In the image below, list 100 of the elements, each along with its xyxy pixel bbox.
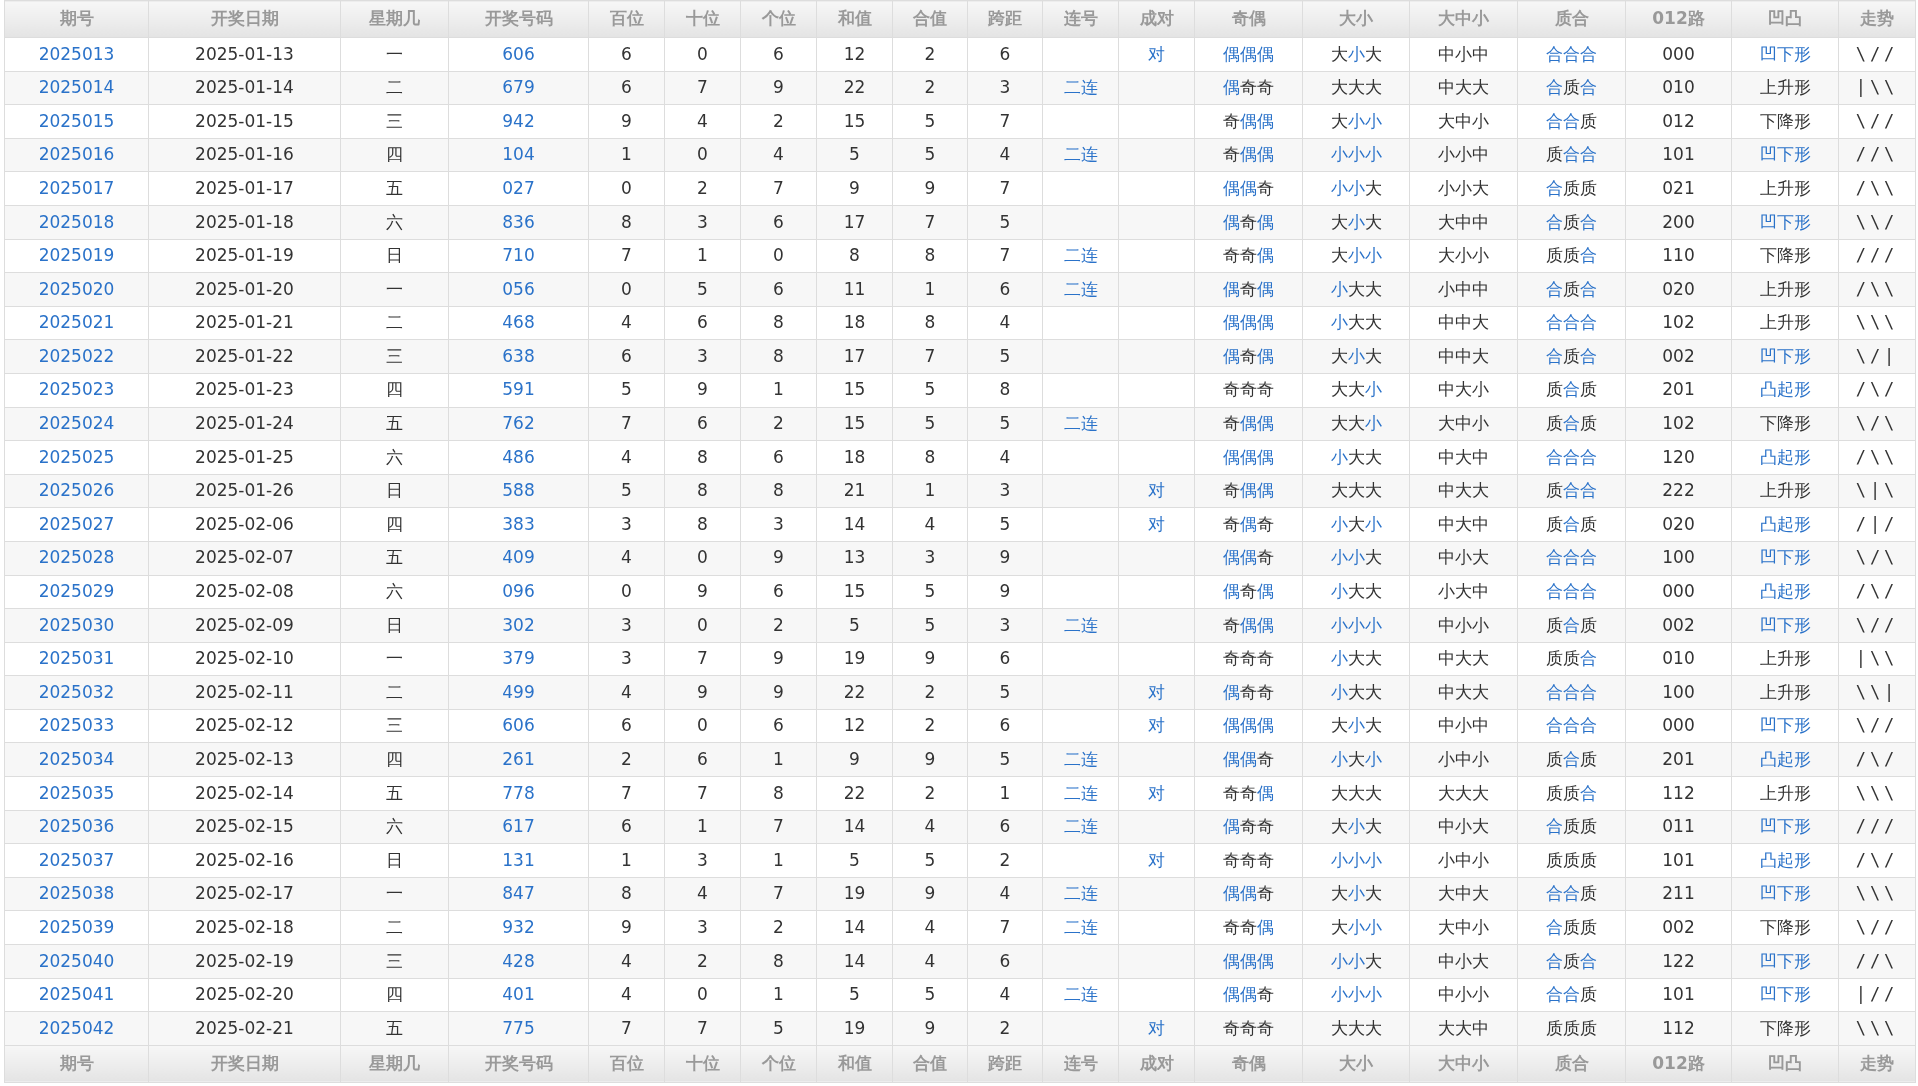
- number-link[interactable]: 775: [502, 1017, 535, 1038]
- table-cell: 5: [892, 373, 968, 408]
- number-link[interactable]: 379: [502, 648, 535, 669]
- number-link[interactable]: 056: [502, 278, 535, 299]
- table-cell: 中中大: [1409, 339, 1518, 374]
- number-link[interactable]: 486: [502, 446, 535, 467]
- table-cell: \//: [1838, 910, 1916, 945]
- table-cell: 中小小: [1409, 978, 1518, 1012]
- table-cell: 合合质: [1546, 110, 1597, 131]
- table-cell: 15: [816, 407, 893, 441]
- table-cell: 0: [664, 541, 741, 575]
- table-cell: 合质合: [1546, 211, 1597, 232]
- table-cell: 5: [967, 507, 1043, 542]
- table-cell: \/\: [1838, 407, 1916, 441]
- table-cell: 2025-01-14: [148, 71, 341, 105]
- table-cell: 3: [967, 71, 1043, 105]
- table-cell: 11: [816, 272, 893, 307]
- table-cell: 大大中: [1409, 1011, 1518, 1046]
- number-link[interactable]: 588: [502, 480, 535, 501]
- table-cell: 8: [740, 306, 817, 340]
- number-link[interactable]: 401: [502, 984, 535, 1005]
- table-cell: 小小小: [1330, 614, 1382, 635]
- table-cell: 5: [816, 843, 893, 878]
- table-cell: 222: [1625, 474, 1732, 508]
- number-link[interactable]: 428: [502, 950, 535, 971]
- number-link[interactable]: 679: [502, 77, 535, 98]
- table-cell: 9: [816, 742, 893, 777]
- table-cell: 小大小: [1330, 513, 1382, 534]
- table-cell: 下降形: [1759, 110, 1811, 131]
- table-cell: 合质质: [1546, 177, 1597, 198]
- table-cell: 5: [588, 474, 665, 508]
- number-link[interactable]: 096: [502, 581, 535, 602]
- table-cell: 大中小: [1409, 910, 1518, 945]
- table-cell: 下降形: [1759, 917, 1811, 937]
- table-cell: 小中小: [1409, 843, 1518, 878]
- number-link[interactable]: 617: [502, 816, 535, 837]
- table-cell: 8: [967, 373, 1043, 408]
- table-cell: 7: [588, 407, 665, 441]
- table-cell: 112: [1625, 1011, 1732, 1046]
- column-header: 012路: [1625, 0, 1732, 38]
- number-link[interactable]: 836: [502, 211, 535, 232]
- number-link[interactable]: 468: [502, 312, 535, 333]
- number-link[interactable]: 261: [502, 749, 535, 769]
- table-cell: 7: [588, 1011, 665, 1046]
- table-cell: 上升形: [1759, 681, 1811, 702]
- table-cell: ///: [1838, 810, 1916, 844]
- table-cell: 3: [664, 339, 741, 374]
- table-cell: 17: [816, 205, 893, 240]
- number-link[interactable]: 606: [502, 43, 535, 64]
- number-link[interactable]: 302: [502, 614, 535, 635]
- number-link[interactable]: 027: [502, 177, 535, 198]
- number-link[interactable]: 932: [502, 917, 535, 937]
- table-cell: 二连: [1063, 144, 1098, 165]
- number-link[interactable]: 847: [502, 883, 535, 904]
- table-cell: 偶奇偶: [1223, 278, 1274, 299]
- column-header: 期号: [4, 1045, 149, 1083]
- table-cell: 8: [740, 339, 817, 374]
- column-header: 成对: [1118, 0, 1195, 38]
- table-cell: 合合合: [1546, 715, 1597, 736]
- number-link[interactable]: 606: [502, 715, 535, 736]
- table-cell: 7: [967, 910, 1043, 945]
- number-link[interactable]: 762: [502, 413, 535, 434]
- table-cell: 7: [967, 239, 1043, 273]
- table-cell: 上升形: [1759, 177, 1811, 198]
- table-cell: 14: [816, 944, 893, 979]
- table-cell: 2025-02-14: [148, 776, 341, 811]
- table-cell: 合合合: [1546, 547, 1597, 568]
- number-link[interactable]: 710: [502, 245, 535, 266]
- column-header: 开奖日期: [148, 1045, 341, 1083]
- number-link[interactable]: 591: [502, 379, 535, 400]
- number-link[interactable]: 104: [502, 144, 535, 165]
- table-cell: 0: [588, 171, 665, 206]
- table-cell: 5: [892, 104, 968, 139]
- table-cell: /\/: [1838, 575, 1916, 609]
- number-link[interactable]: 383: [502, 513, 535, 534]
- table-cell: 5: [892, 138, 968, 172]
- table-cell: 小小小: [1330, 144, 1382, 165]
- table-cell: 0: [664, 138, 741, 172]
- number-link[interactable]: 778: [502, 782, 535, 803]
- table-cell: 二连: [1063, 77, 1098, 98]
- table-cell: 合合质: [1546, 984, 1597, 1005]
- table-cell: 一: [340, 272, 449, 307]
- table-cell: 奇奇奇: [1223, 849, 1274, 870]
- table-cell: 2025-01-21: [148, 306, 341, 340]
- number-link[interactable]: 638: [502, 345, 535, 366]
- table-cell: 偶偶奇: [1223, 177, 1274, 198]
- number-link[interactable]: 942: [502, 110, 535, 131]
- number-link[interactable]: 409: [502, 547, 535, 568]
- number-link[interactable]: 131: [502, 849, 535, 870]
- column-header: 个位: [740, 1045, 817, 1083]
- table-cell: 小大中: [1409, 575, 1518, 609]
- column-header: 十位: [664, 1045, 741, 1083]
- table-cell: 2025-01-20: [148, 272, 341, 307]
- table-cell: 9: [588, 104, 665, 139]
- table-cell: 合合合: [1546, 446, 1597, 467]
- table-cell: 6: [588, 37, 665, 72]
- column-header: 百位: [588, 1045, 665, 1083]
- number-link[interactable]: 499: [502, 681, 535, 702]
- table-cell: 小中小: [1409, 742, 1518, 777]
- table-cell: 201: [1625, 742, 1732, 777]
